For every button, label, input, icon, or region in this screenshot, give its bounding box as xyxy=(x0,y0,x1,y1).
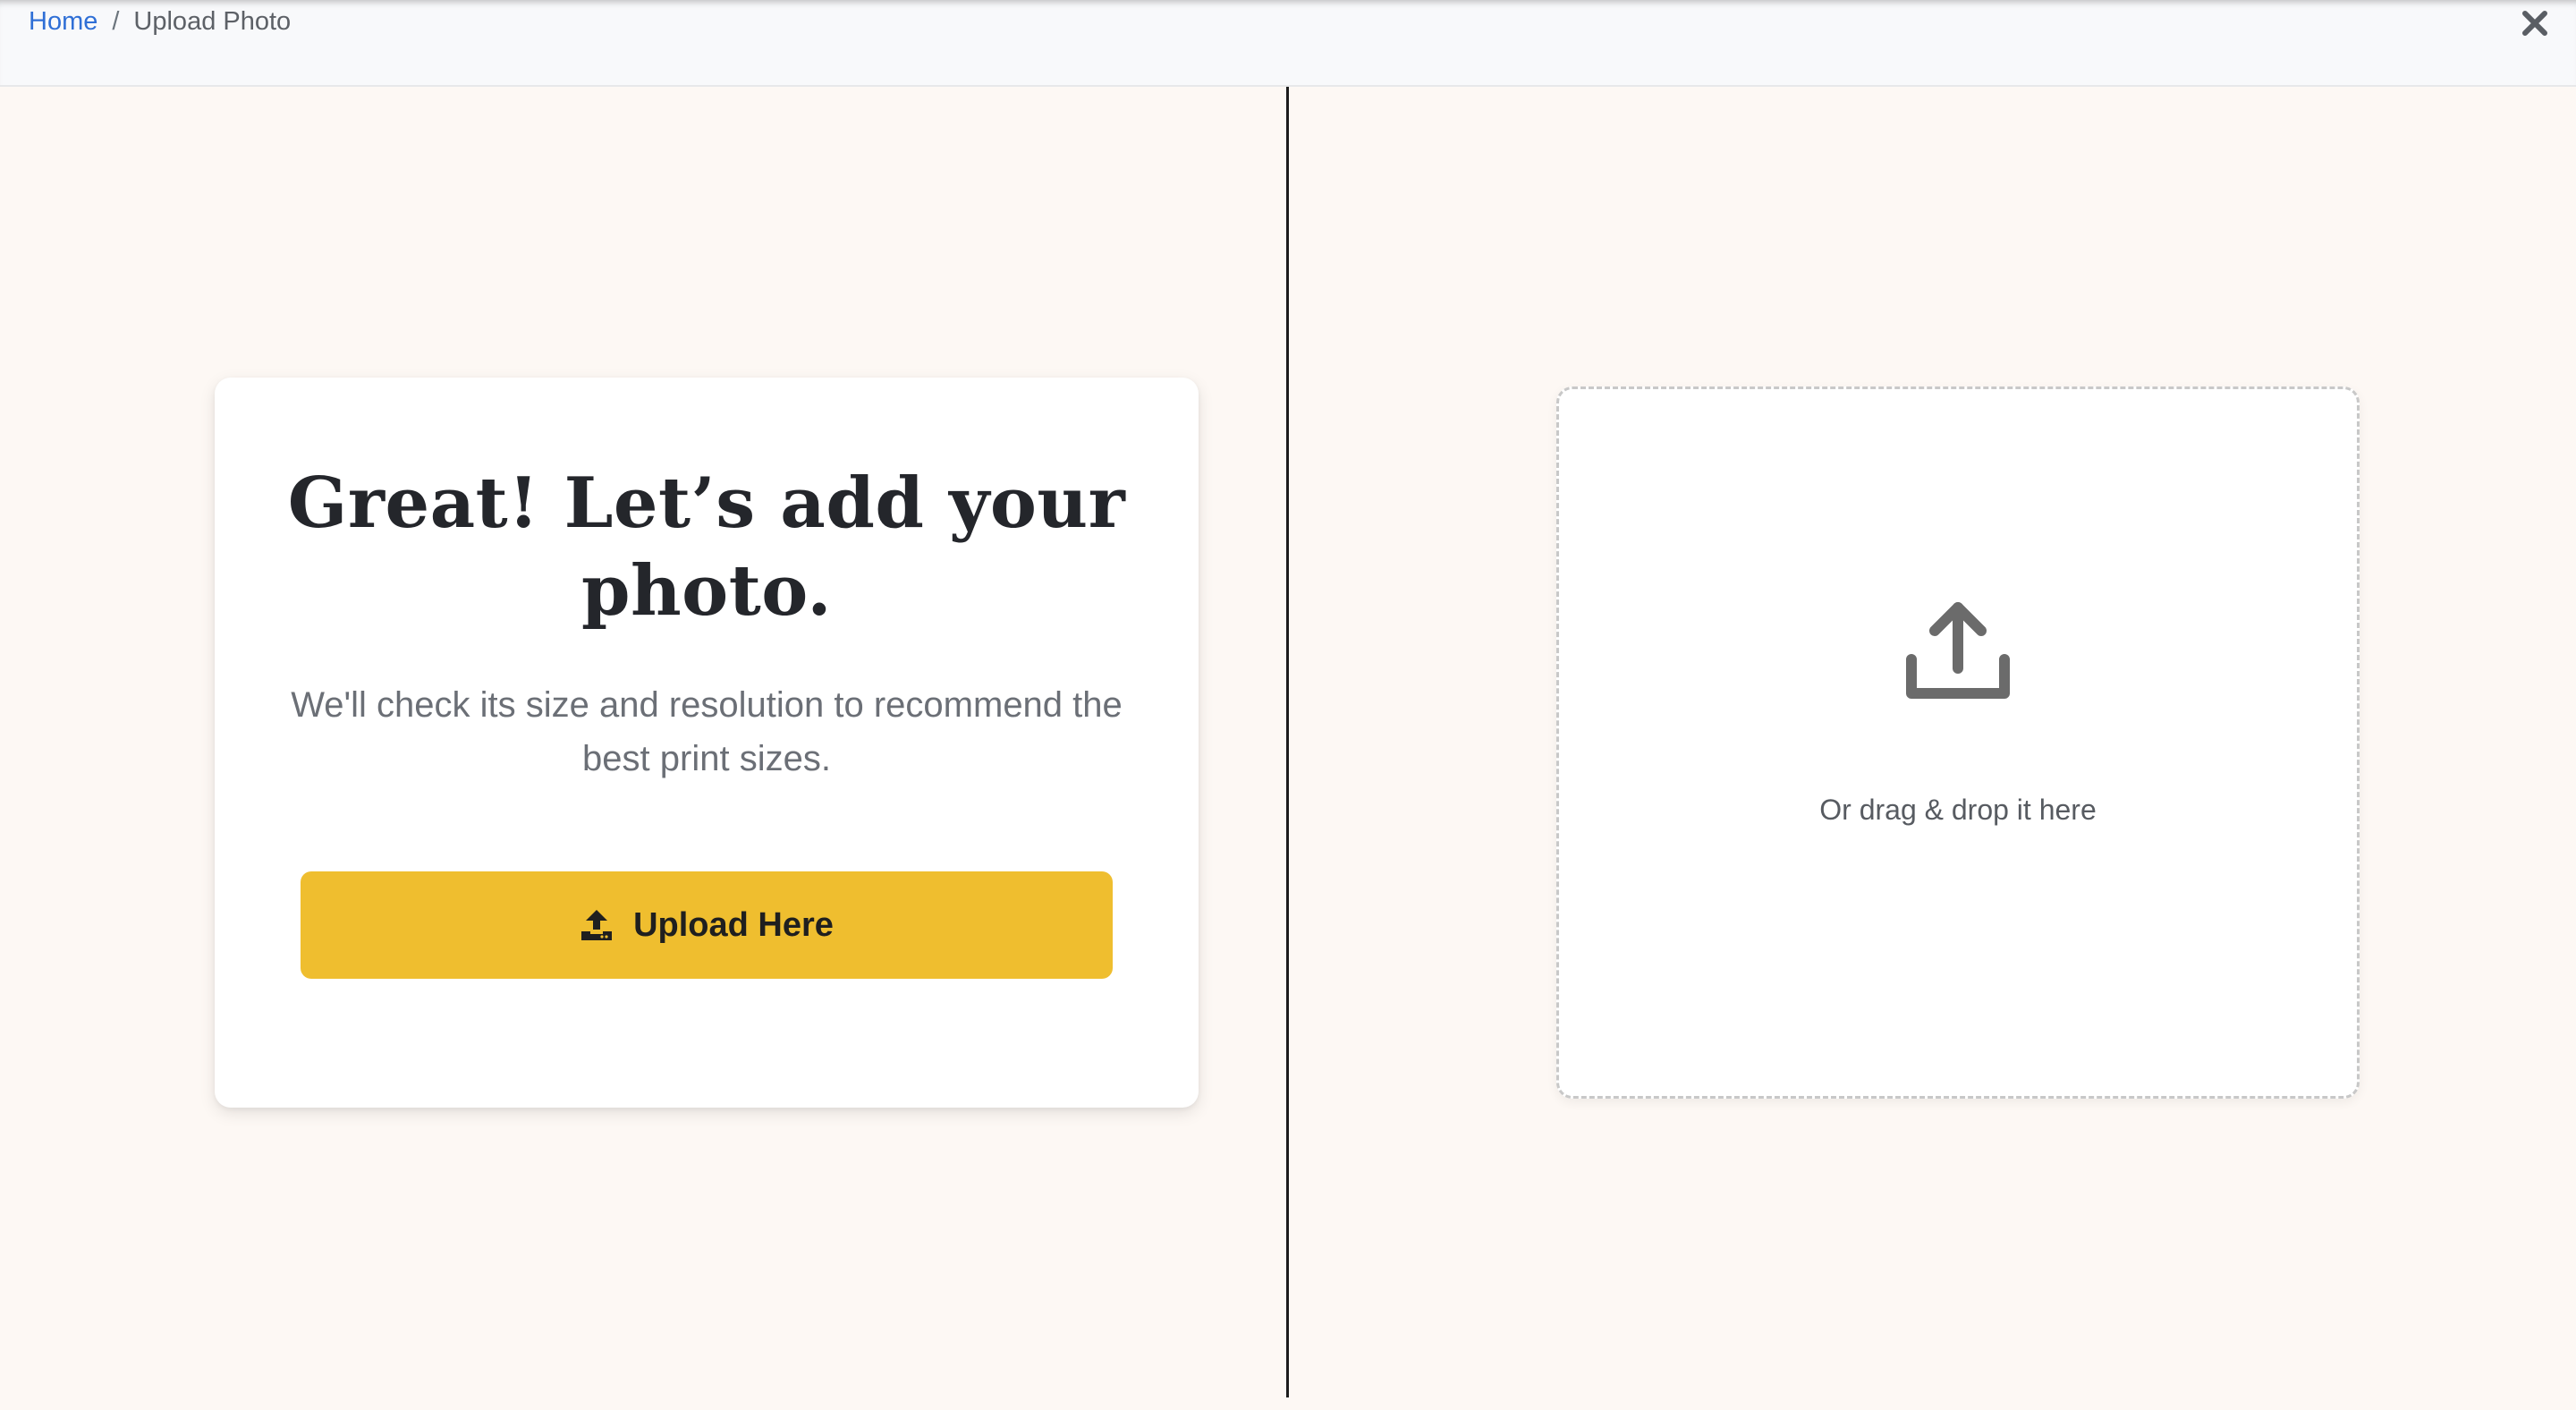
upload-card: Great! Let’s add your photo. We'll check… xyxy=(215,378,1199,1108)
drop-zone-text: Or drag & drop it here xyxy=(1819,794,2097,826)
breadcrumb: Home / Upload Photo xyxy=(29,5,291,38)
drop-zone[interactable]: Or drag & drop it here xyxy=(1556,386,2360,1099)
breadcrumb-current: Upload Photo xyxy=(133,7,292,36)
close-icon xyxy=(2522,11,2547,36)
breadcrumb-separator: / xyxy=(112,7,120,36)
upload-icon xyxy=(580,908,614,942)
card-subtitle: We'll check its size and resolution to r… xyxy=(291,685,1123,778)
top-bar: Home / Upload Photo xyxy=(0,0,2576,87)
close-button[interactable] xyxy=(2517,5,2553,41)
upload-here-button[interactable]: Upload Here xyxy=(301,871,1113,979)
card-title: Great! Let’s add your photo. xyxy=(287,463,1126,632)
breadcrumb-home-link[interactable]: Home xyxy=(29,5,97,38)
vertical-divider xyxy=(1286,87,1289,1397)
upload-button-label: Upload Here xyxy=(633,905,834,944)
upload-arrow-icon xyxy=(1906,602,2010,699)
